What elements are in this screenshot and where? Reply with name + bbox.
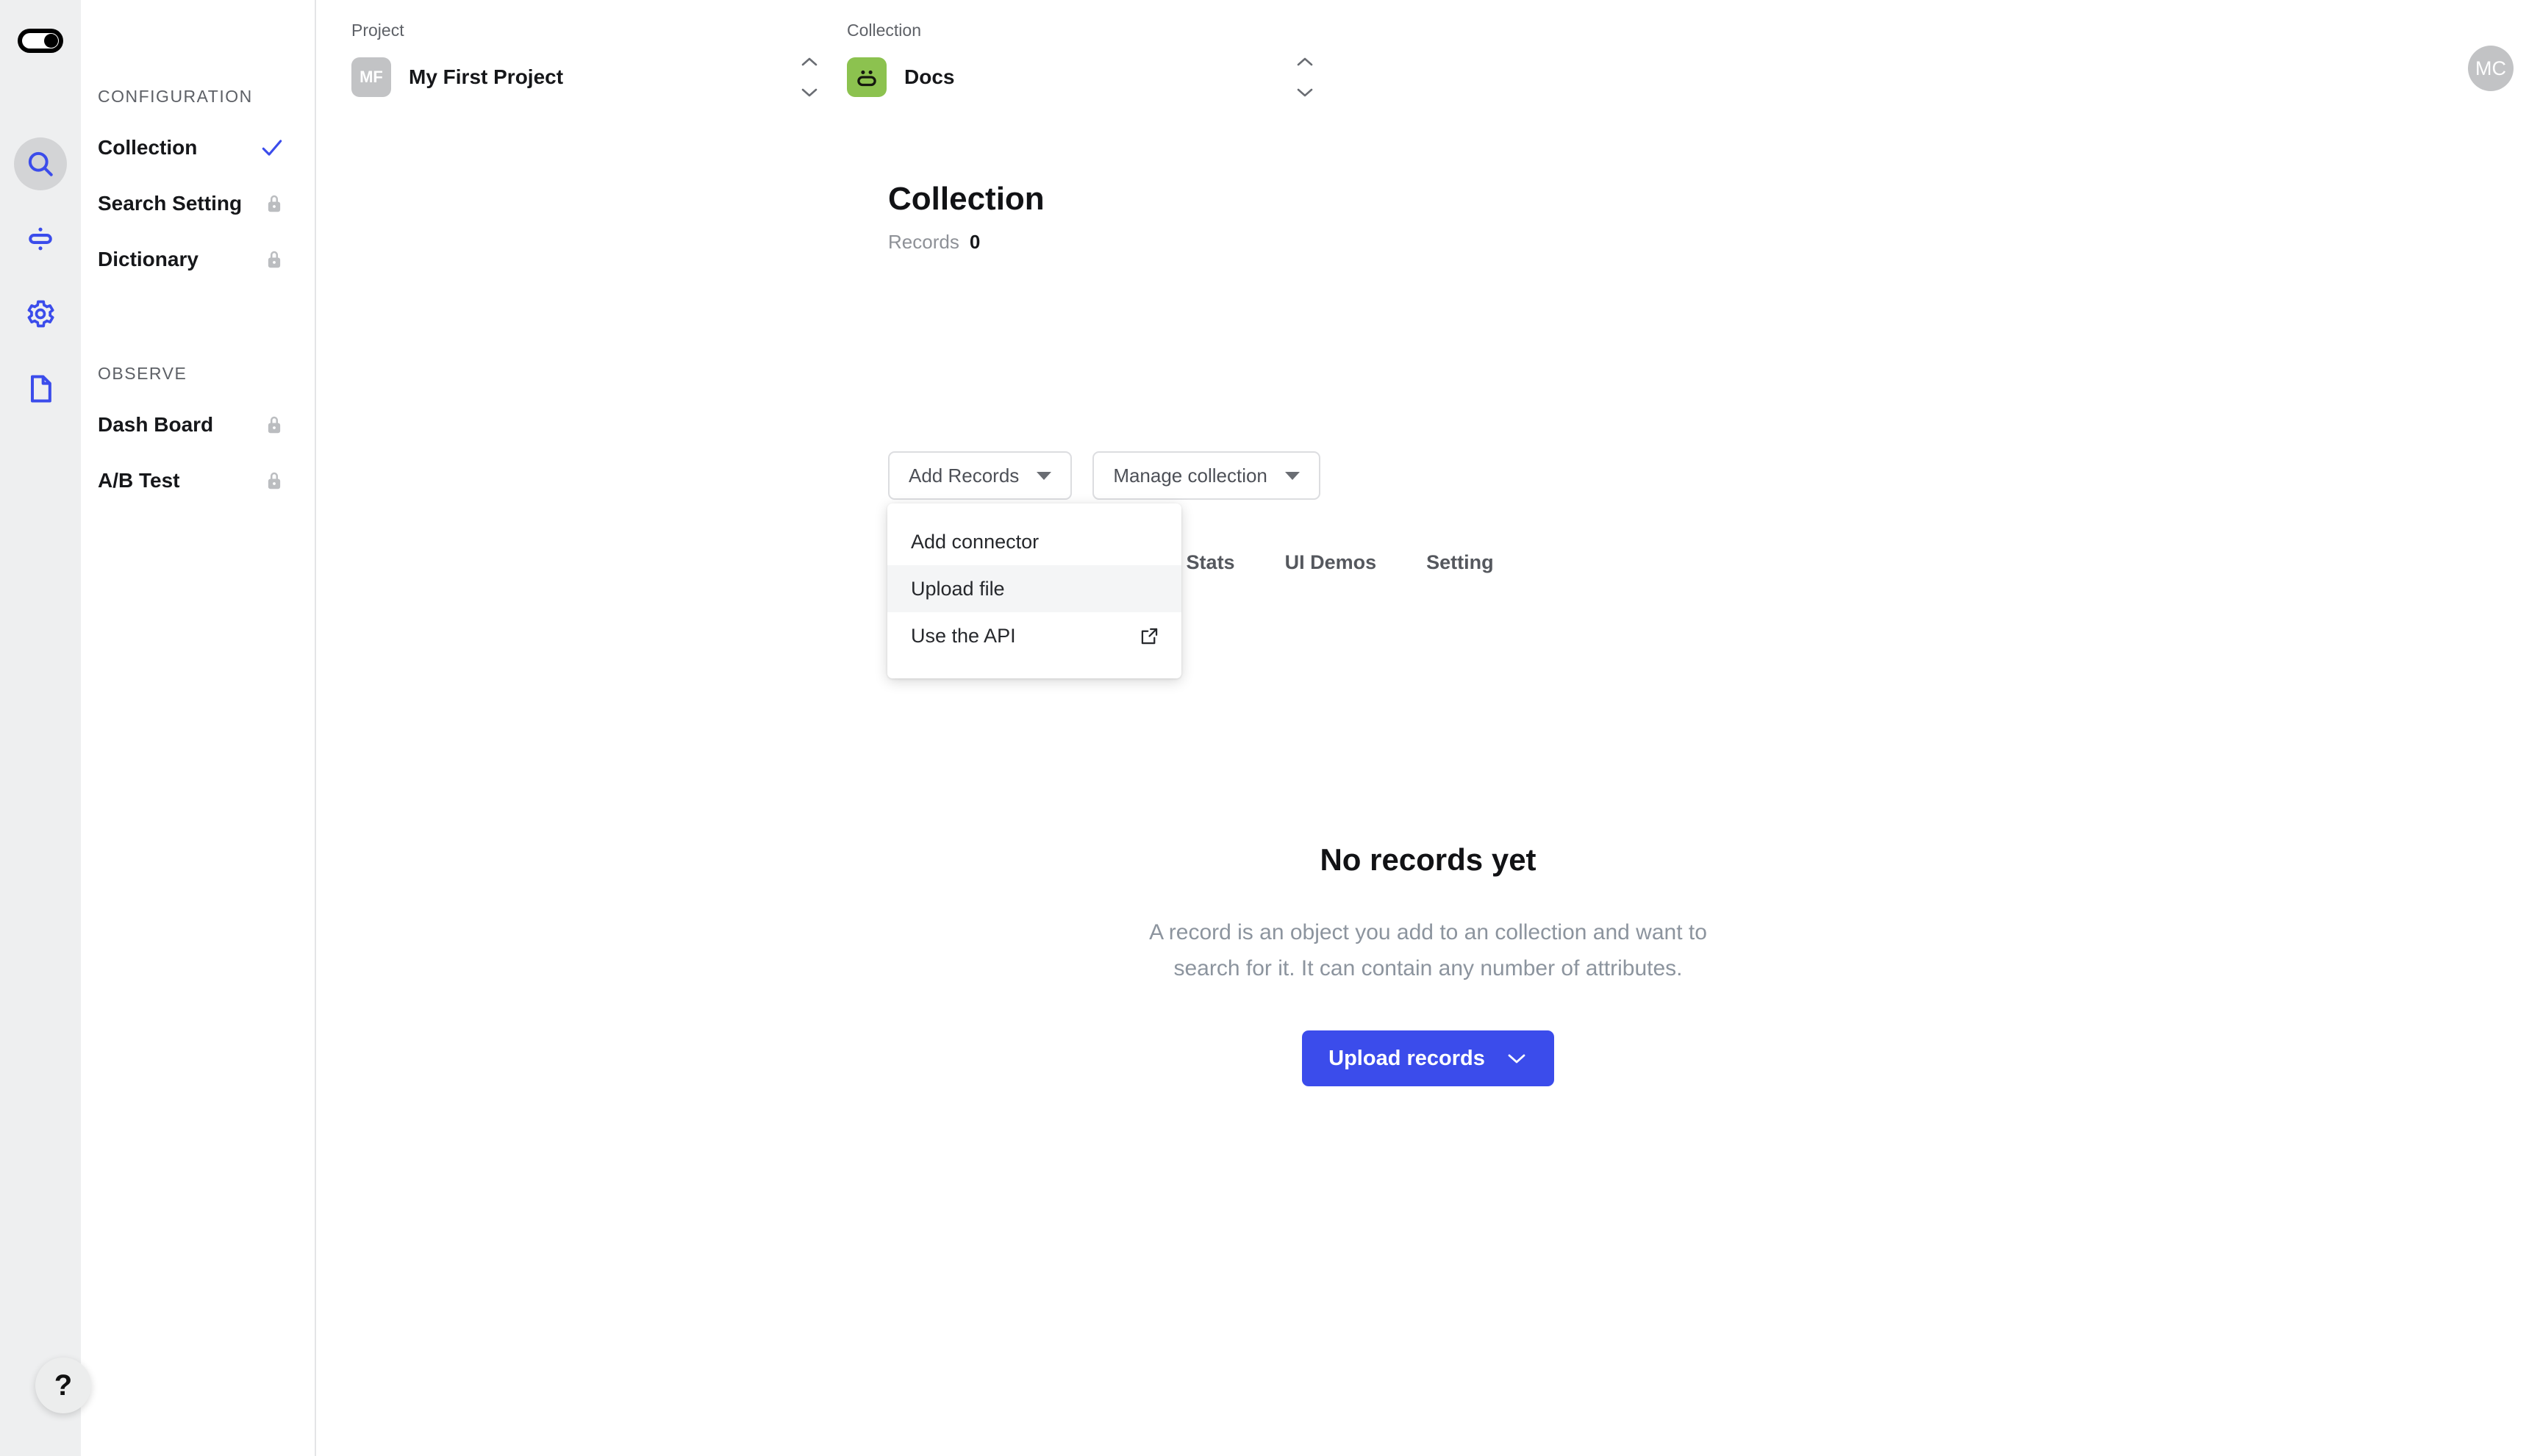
lock-icon	[268, 195, 281, 212]
sidebar-item-dictionary[interactable]: Dictionary	[81, 232, 315, 287]
search-icon	[28, 151, 53, 176]
sidebar-item-label: Dictionary	[98, 248, 198, 270]
page-title: Collection	[888, 181, 1045, 217]
menu-item-add-connector[interactable]: Add connector	[887, 518, 1181, 565]
topbar: Project MF My First Project Collection D…	[316, 0, 2540, 144]
records-label: Records	[888, 231, 959, 253]
lock-icon	[268, 472, 281, 489]
empty-state-title: No records yet	[1320, 842, 1536, 877]
upload-records-button[interactable]: Upload records	[1302, 1030, 1554, 1086]
project-badge: MF	[351, 57, 391, 97]
collection-caption: Collection	[847, 21, 921, 40]
chevron-down-icon	[1297, 88, 1313, 97]
chevron-down-icon	[1284, 471, 1300, 480]
check-icon	[262, 140, 282, 156]
sidebar-item-label: A/B Test	[98, 469, 180, 492]
empty-state: No records yet A record is an object you…	[316, 842, 2540, 1086]
icon-rail: ?	[0, 0, 91, 1456]
sidebar-item-search-setting[interactable]: Search Setting	[81, 176, 315, 232]
avatar[interactable]: MC	[2468, 46, 2514, 91]
action-buttons: Add Records Manage collection	[888, 451, 1320, 500]
lock-icon	[268, 251, 281, 268]
content-area: Collection Records 0 Add Records Manage c…	[316, 144, 2540, 1456]
help-button[interactable]: ?	[35, 1358, 91, 1413]
manage-collection-button[interactable]: Manage collection	[1092, 451, 1320, 500]
collection-stepper[interactable]	[1292, 57, 1317, 98]
external-link-icon	[1141, 628, 1158, 644]
project-name: My First Project	[409, 65, 564, 88]
avatar-initials: MC	[2475, 57, 2506, 79]
rail-item-docs[interactable]	[0, 351, 81, 426]
menu-item-label: Add connector	[911, 530, 1040, 553]
project-stepper[interactable]	[797, 57, 822, 98]
project-selector-row[interactable]: MF My First Project	[351, 55, 822, 99]
menu-item-use-the-api[interactable]: Use the API	[887, 612, 1181, 659]
chevron-down-icon	[801, 88, 818, 97]
document-icon	[30, 375, 51, 403]
app-logo[interactable]	[16, 26, 65, 54]
sidebar-item-label: Collection	[98, 136, 198, 159]
help-icon: ?	[54, 1369, 73, 1402]
add-records-dropdown-menu: Add connector Upload file Use the API	[887, 503, 1181, 678]
collection-selector[interactable]: Collection Docs	[847, 21, 1317, 99]
collection-badge	[847, 57, 887, 97]
menu-item-label: Upload file	[911, 577, 1005, 600]
menu-item-upload-file[interactable]: Upload file	[887, 565, 1181, 612]
sidebar-item-label: Search Setting	[98, 192, 243, 215]
add-records-label: Add Records	[909, 464, 1020, 487]
chevron-up-icon	[1297, 57, 1313, 66]
records-summary: Records 0	[888, 231, 980, 254]
add-records-button[interactable]: Add Records	[888, 451, 1073, 500]
project-selector[interactable]: Project MF My First Project	[351, 21, 822, 99]
chevron-down-icon	[1037, 471, 1052, 480]
upload-records-label: Upload records	[1328, 1046, 1485, 1070]
main-area: Project MF My First Project Collection D…	[316, 0, 2540, 1456]
rail-item-search[interactable]	[0, 126, 81, 201]
robot-face-icon	[857, 70, 876, 87]
icon-rail-items	[0, 126, 81, 426]
gear-icon	[27, 300, 54, 328]
manage-collection-label: Manage collection	[1113, 464, 1267, 487]
sidebar-item-label: Dash Board	[98, 413, 214, 436]
sidebar-item-ab-test[interactable]: A/B Test	[81, 453, 315, 509]
sidebar-section-observe-label: OBSERVE	[98, 364, 187, 383]
chevron-down-icon	[1508, 1054, 1525, 1064]
lock-icon	[268, 416, 281, 434]
collection-selector-row[interactable]: Docs	[847, 55, 1317, 99]
empty-state-description: A record is an object you add to an coll…	[1149, 920, 1707, 980]
sidebar-section-configuration-label: CONFIGURATION	[98, 87, 253, 106]
sidebar-item-dash-board[interactable]: Dash Board	[81, 397, 315, 453]
menu-item-label: Use the API	[911, 624, 1016, 647]
rail-item-relevance[interactable]	[0, 201, 81, 276]
rail-item-settings[interactable]	[0, 276, 81, 351]
collection-name: Docs	[904, 65, 955, 88]
chevron-up-icon	[801, 57, 818, 66]
app-root: ? CONFIGURATION Collection Search Settin…	[0, 0, 2540, 1456]
divide-token-icon	[29, 227, 52, 251]
toggle-pill-logo-icon	[18, 28, 63, 53]
project-caption: Project	[351, 21, 404, 40]
sidebar-item-collection[interactable]: Collection	[81, 120, 315, 176]
sidebar: CONFIGURATION Collection Search Setting …	[81, 0, 316, 1456]
tab-ui-demos[interactable]: UI Demos	[1260, 551, 1402, 574]
tab-setting[interactable]: Setting	[1401, 551, 1519, 574]
records-count: 0	[969, 231, 981, 253]
